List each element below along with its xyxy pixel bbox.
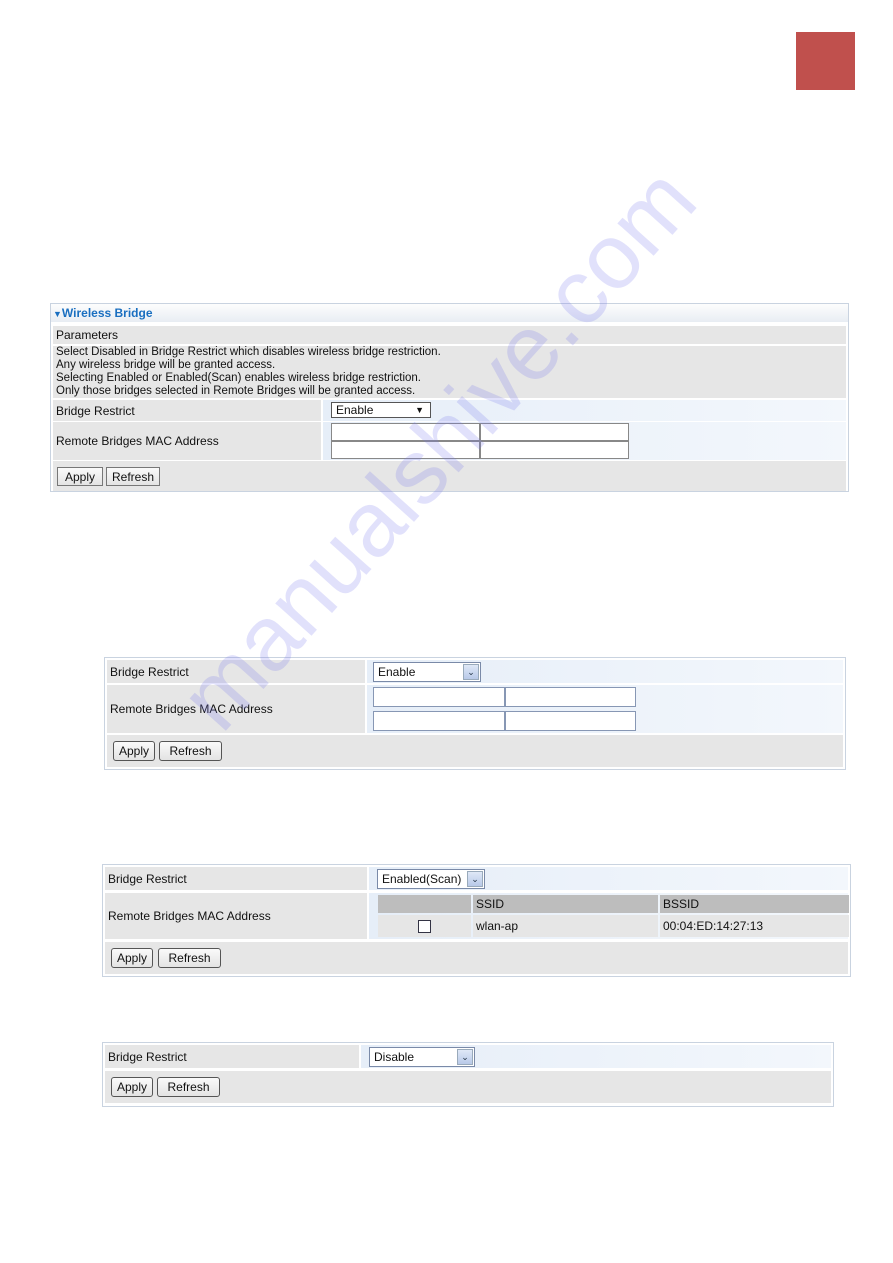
triangle-down-icon: ▼ — [53, 309, 62, 319]
bridge-restrict-row: Bridge Restrict Enable ▼ — [53, 400, 846, 421]
button-row: Apply Refresh — [53, 461, 846, 491]
panel-header[interactable]: ▼Wireless Bridge — [51, 304, 848, 322]
refresh-button[interactable]: Refresh — [157, 1077, 220, 1097]
description-line: Select Disabled in Bridge Restrict which… — [56, 346, 441, 358]
chevron-down-icon: ⌄ — [467, 871, 483, 887]
table-header-select — [378, 895, 471, 913]
mac-row: Remote Bridges MAC Address SSID BSSID wl… — [105, 893, 849, 939]
table-header-bssid: BSSID — [660, 895, 849, 913]
bridge-scan-panel: Bridge Restrict Enabled(Scan) ⌄ Remote Br… — [102, 864, 851, 977]
mac-row: Remote Bridges MAC Address — [53, 422, 846, 460]
mac-label: Remote Bridges MAC Address — [105, 893, 367, 939]
bridge-restrict-label: Bridge Restrict — [105, 867, 367, 890]
button-row: Apply Refresh — [107, 735, 843, 767]
refresh-button[interactable]: Refresh — [159, 741, 222, 761]
bridge-restrict-select[interactable]: Enable ⌄ — [373, 662, 481, 682]
description: Select Disabled in Bridge Restrict which… — [53, 346, 846, 398]
bssid-cell: 00:04:ED:14:27:13 — [660, 915, 849, 937]
chevron-down-icon: ⌄ — [463, 664, 479, 680]
bridge-checkbox[interactable] — [418, 919, 431, 933]
description-line: Any wireless bridge will be granted acce… — [56, 359, 276, 371]
mac-input-1[interactable] — [373, 687, 505, 707]
page-tab-marker — [796, 32, 855, 90]
button-row: Apply Refresh — [105, 1071, 831, 1103]
panel-title: Wireless Bridge — [61, 306, 153, 320]
mac-input-3[interactable] — [331, 441, 480, 459]
mac-label: Remote Bridges MAC Address — [107, 685, 365, 733]
mac-row: Remote Bridges MAC Address — [107, 685, 843, 733]
refresh-button[interactable]: Refresh — [158, 948, 221, 968]
apply-button[interactable]: Apply — [111, 1077, 153, 1097]
apply-button[interactable]: Apply — [111, 948, 153, 968]
section-heading: Parameters — [53, 326, 846, 344]
bridge-restrict-select[interactable]: Enable ▼ — [331, 402, 431, 418]
description-line: Only those bridges selected in Remote Br… — [56, 385, 416, 397]
description-line: Selecting Enabled or Enabled(Scan) enabl… — [56, 372, 422, 384]
mac-label: Remote Bridges MAC Address — [53, 422, 321, 460]
table-header-ssid: SSID — [473, 895, 658, 913]
chevron-down-icon: ⌄ — [457, 1049, 473, 1065]
bridge-restrict-label: Bridge Restrict — [53, 400, 321, 421]
bridge-restrict-select[interactable]: Enabled(Scan) ⌄ — [377, 869, 485, 889]
bridge-restrict-row: Bridge Restrict Enable ⌄ — [107, 660, 843, 683]
bridge-disable-panel: Bridge Restrict Disable ⌄ Apply Refresh — [102, 1042, 834, 1107]
wireless-bridge-panel: ▼Wireless Bridge Parameters Select Disab… — [50, 303, 849, 492]
apply-button[interactable]: Apply — [113, 741, 155, 761]
bridge-enable-panel: Bridge Restrict Enable ⌄ Remote Bridges M… — [104, 657, 846, 770]
mac-input-3[interactable] — [373, 711, 505, 731]
bridge-restrict-select[interactable]: Disable ⌄ — [369, 1047, 475, 1067]
table-row — [378, 915, 471, 937]
bridge-restrict-row: Bridge Restrict Enabled(Scan) ⌄ — [105, 867, 848, 890]
dropdown-arrow-icon: ▼ — [415, 405, 424, 415]
mac-input-1[interactable] — [331, 423, 480, 441]
ssid-cell: wlan-ap — [473, 915, 658, 937]
mac-input-2[interactable] — [505, 687, 636, 707]
bridge-restrict-label: Bridge Restrict — [105, 1045, 359, 1068]
button-row: Apply Refresh — [105, 942, 848, 974]
mac-input-2[interactable] — [480, 423, 629, 441]
mac-input-4[interactable] — [480, 441, 629, 459]
mac-input-4[interactable] — [505, 711, 636, 731]
bridge-restrict-row: Bridge Restrict Disable ⌄ — [105, 1045, 831, 1068]
bridge-restrict-label: Bridge Restrict — [107, 660, 365, 683]
refresh-button[interactable]: Refresh — [106, 467, 160, 486]
apply-button[interactable]: Apply — [57, 467, 103, 486]
